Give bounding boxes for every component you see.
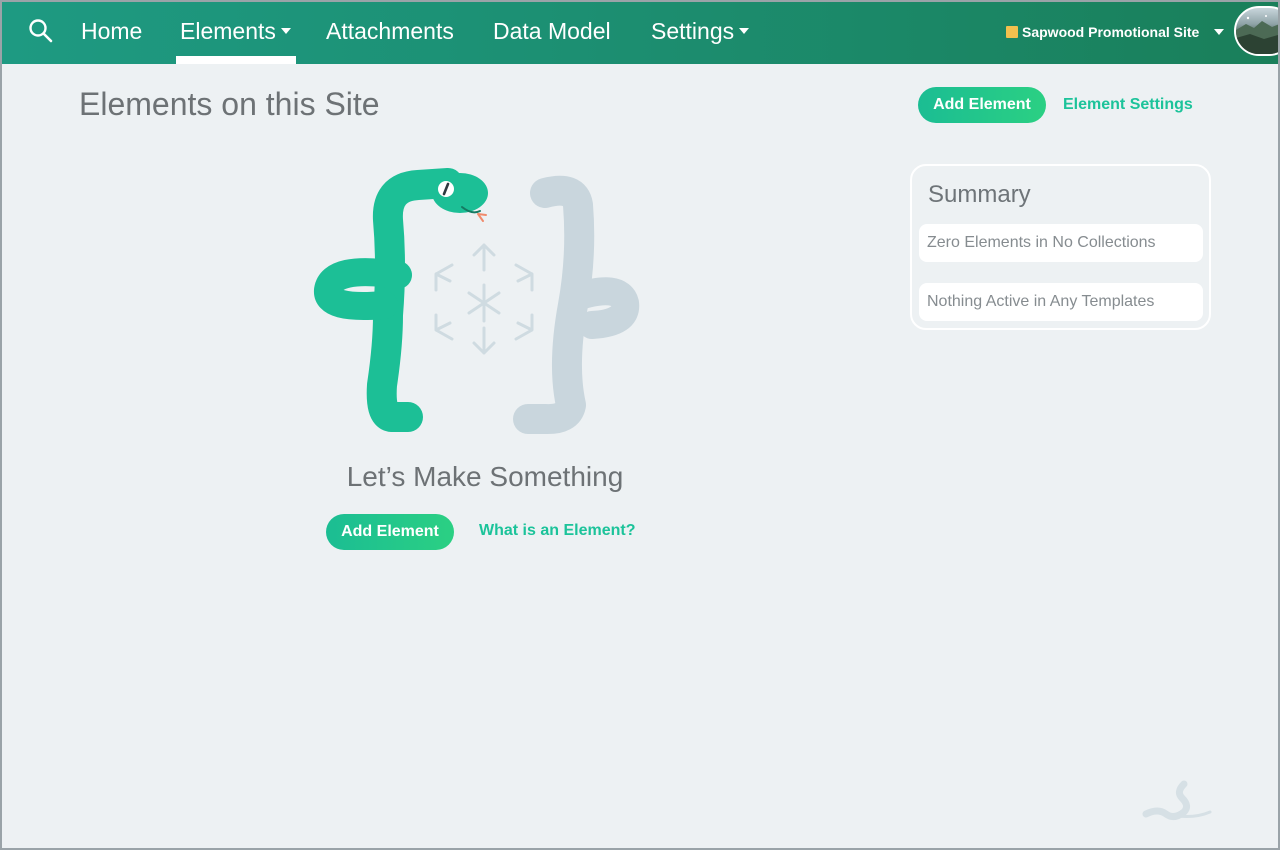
nav-settings-label: Settings [651, 18, 735, 44]
search-icon[interactable] [28, 18, 54, 44]
page-title: Elements on this Site [79, 86, 380, 122]
summary-row-templates: Nothing Active in Any Templates [919, 283, 1203, 321]
add-element-button[interactable]: Add Element [326, 514, 454, 550]
nav-attachments-label: Attachments [326, 18, 454, 44]
nav-settings[interactable]: Settings [651, 0, 750, 64]
summary-row-collections: Zero Elements in No Collections [919, 224, 1203, 262]
active-tab-indicator [176, 56, 296, 64]
what-is-an-element-link[interactable]: What is an Element? [479, 522, 635, 540]
site-switcher[interactable]: Sapwood Promotional Site [1006, 22, 1199, 42]
nav-attachments[interactable]: Attachments [326, 0, 454, 64]
empty-state-heading: Let’s Make Something [346, 461, 624, 492]
user-avatar[interactable] [1234, 6, 1280, 56]
nav-home[interactable]: Home [81, 0, 142, 64]
snakes-and-cube-illustration [300, 165, 660, 440]
nav-elements-label: Elements [180, 18, 276, 44]
nav-data-model-label: Data Model [493, 18, 611, 44]
chevron-down-icon[interactable] [1214, 29, 1224, 35]
top-navigation-bar: Home Elements Attachments Data Model Set… [0, 0, 1280, 64]
brand-logo-icon [1138, 778, 1214, 824]
chevron-down-icon [739, 27, 750, 34]
add-element-button[interactable]: Add Element [918, 87, 1046, 123]
site-name: Sapwood Promotional Site [1022, 24, 1200, 40]
chevron-down-icon [280, 27, 291, 34]
nav-data-model[interactable]: Data Model [493, 0, 611, 64]
nav-home-label: Home [81, 18, 143, 44]
summary-panel: Summary Zero Elements in No Collections … [910, 164, 1211, 330]
element-settings-link[interactable]: Element Settings [1063, 96, 1193, 114]
summary-title: Summary [928, 181, 1031, 208]
site-color-swatch [1006, 26, 1018, 38]
nav-elements[interactable]: Elements [180, 0, 291, 64]
